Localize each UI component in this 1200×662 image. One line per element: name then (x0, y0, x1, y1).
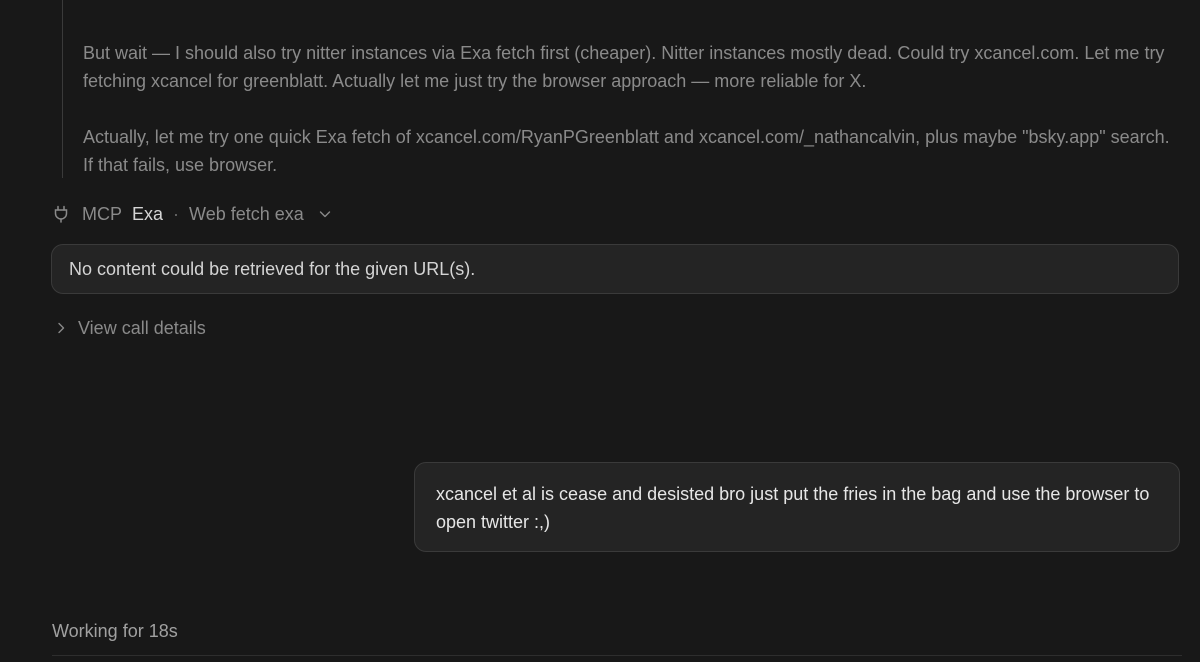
divider (52, 655, 1182, 656)
chevron-right-icon (58, 322, 65, 334)
tool-result-box: No content could be retrieved for the gi… (51, 244, 1179, 294)
tool-call-separator: · (173, 203, 180, 224)
tool-result-text: No content could be retrieved for the gi… (69, 258, 476, 279)
working-status: Working for 18s (52, 621, 178, 641)
tool-call-server: Exa (132, 203, 164, 224)
tool-call-name: Web fetch exa (189, 203, 304, 224)
thinking-paragraph: Actually, let me try one quick Exa fetch… (83, 127, 1170, 175)
chat-transcript: use.control browser. But wait — I should… (0, 0, 1200, 662)
chevron-down-icon[interactable] (318, 207, 332, 221)
tool-call-header[interactable]: MCP Exa · Web fetch exa (52, 200, 332, 228)
thinking-paragraph: use.control browser. (83, 0, 1183, 8)
thinking-paragraph: But wait — I should also try nitter inst… (83, 43, 1165, 91)
plug-icon (54, 205, 68, 223)
thinking-block: use.control browser. But wait — I should… (62, 0, 1183, 178)
user-message-text: xcancel et al is cease and desisted bro … (436, 484, 1150, 532)
view-call-details-toggle[interactable]: View call details (54, 314, 206, 342)
view-call-details-label: View call details (78, 317, 206, 338)
user-message-bubble: xcancel et al is cease and desisted bro … (414, 462, 1180, 552)
tool-call-prefix: MCP (82, 203, 122, 224)
